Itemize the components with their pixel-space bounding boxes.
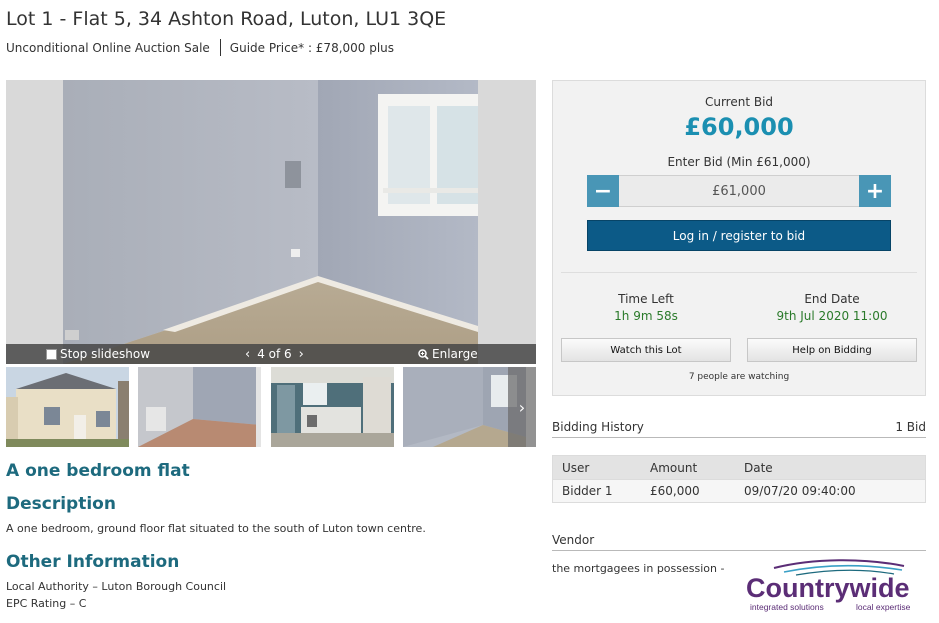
stop-slideshow-toggle[interactable]: Stop slideshow (46, 347, 150, 361)
bid-amount-cell: £60,000 (650, 484, 700, 498)
column-header-user: User (562, 460, 590, 475)
enter-bid-label: Enter Bid (Min £61,000) (667, 155, 811, 169)
chevron-left-icon[interactable]: ‹ (243, 348, 252, 361)
bid-panel: Current Bid £60,000 Enter Bid (Min £61,0… (552, 80, 926, 396)
local-authority-text: Local Authority – Luton Borough Council (6, 580, 227, 593)
table-header-row: User Amount Date (553, 456, 925, 479)
magnifier-plus-icon (418, 348, 429, 360)
current-bid-amount: £60,000 (684, 113, 794, 141)
bidding-history-heading: Bidding History (552, 420, 644, 434)
photo-gallery[interactable]: Stop slideshow ‹ 4 of 6 › Enlarge (6, 80, 536, 364)
vendor-text: the mortgagees in possession - (552, 562, 725, 575)
increase-bid-button[interactable]: + (859, 175, 891, 207)
description-text: A one bedroom, ground floor flat situate… (6, 522, 426, 535)
description-heading: Description (6, 494, 116, 514)
end-date-value: 9th Jul 2020 11:00 (776, 309, 888, 323)
bid-count: 1 Bid (895, 420, 926, 434)
checkbox-icon[interactable] (46, 348, 57, 360)
bid-amount-input[interactable] (619, 175, 859, 207)
time-left-label: Time Left (618, 292, 674, 306)
end-date-label: End Date (804, 292, 860, 306)
thumbnail-exterior[interactable] (6, 367, 129, 447)
epc-rating-text: EPC Rating – C (6, 597, 87, 610)
chevron-right-icon[interactable]: › (297, 348, 306, 361)
sale-type: Unconditional Online Auction Sale (6, 40, 210, 55)
logo-wordmark: Countrywide (746, 573, 910, 603)
help-bidding-button[interactable]: Help on Bidding (747, 338, 917, 362)
gallery-pager: ‹ 4 of 6 › (243, 347, 306, 361)
stop-slideshow-label: Stop slideshow (60, 347, 151, 361)
enlarge-button[interactable]: Enlarge (418, 347, 478, 361)
current-bid-label: Current Bid (704, 95, 774, 109)
bid-stepper: − + (587, 175, 891, 207)
logo-tagline-right: local expertise (856, 602, 911, 612)
vendor-header: Vendor (552, 533, 926, 551)
enlarge-label: Enlarge (432, 347, 478, 361)
vendor-heading: Vendor (552, 533, 595, 547)
separator (219, 39, 221, 56)
watching-count: 7 people are watching (688, 372, 790, 382)
bidding-history-table: User Amount Date Bidder 1 £60,000 09/07/… (552, 455, 926, 503)
login-register-button[interactable]: Log in / register to bid (587, 220, 891, 251)
other-information-heading: Other Information (6, 552, 180, 572)
column-header-amount: Amount (650, 460, 698, 475)
time-left-value: 1h 9m 58s (614, 309, 678, 323)
bid-date-cell: 09/07/20 09:40:00 (744, 484, 856, 498)
watch-lot-button[interactable]: Watch this Lot (561, 338, 731, 362)
countrywide-logo: Countrywide integrated solutions local e… (744, 556, 928, 614)
divider (561, 272, 917, 273)
bid-user-cell: Bidder 1 (562, 484, 613, 498)
guide-price: Guide Price* : £78,000 plus (229, 40, 395, 55)
logo-tagline-left: integrated solutions (750, 602, 824, 612)
gallery-controls: Stop slideshow ‹ 4 of 6 › Enlarge (6, 344, 536, 364)
lot-title: Lot 1 - Flat 5, 34 Ashton Road, Luton, L… (6, 8, 447, 30)
photo-counter: 4 of 6 (257, 347, 292, 361)
column-header-date: Date (744, 460, 773, 475)
decrease-bid-button[interactable]: − (587, 175, 619, 207)
thumbnail-strip: › (6, 367, 536, 447)
property-summary: A one bedroom flat (6, 461, 190, 481)
bidding-history-header: Bidding History 1 Bid (552, 420, 926, 438)
lot-subline: Unconditional Online Auction Sale Guide … (6, 39, 394, 56)
time-left-block: Time Left 1h 9m 58s (561, 292, 731, 323)
table-row: Bidder 1 £60,000 09/07/20 09:40:00 (553, 479, 925, 502)
main-photo[interactable] (63, 80, 478, 364)
thumbnail-kitchen[interactable] (271, 367, 394, 447)
end-date-block: End Date 9th Jul 2020 11:00 (747, 292, 917, 323)
thumbnail-next-button[interactable]: › (508, 367, 536, 447)
thumbnail-room[interactable] (138, 367, 261, 447)
